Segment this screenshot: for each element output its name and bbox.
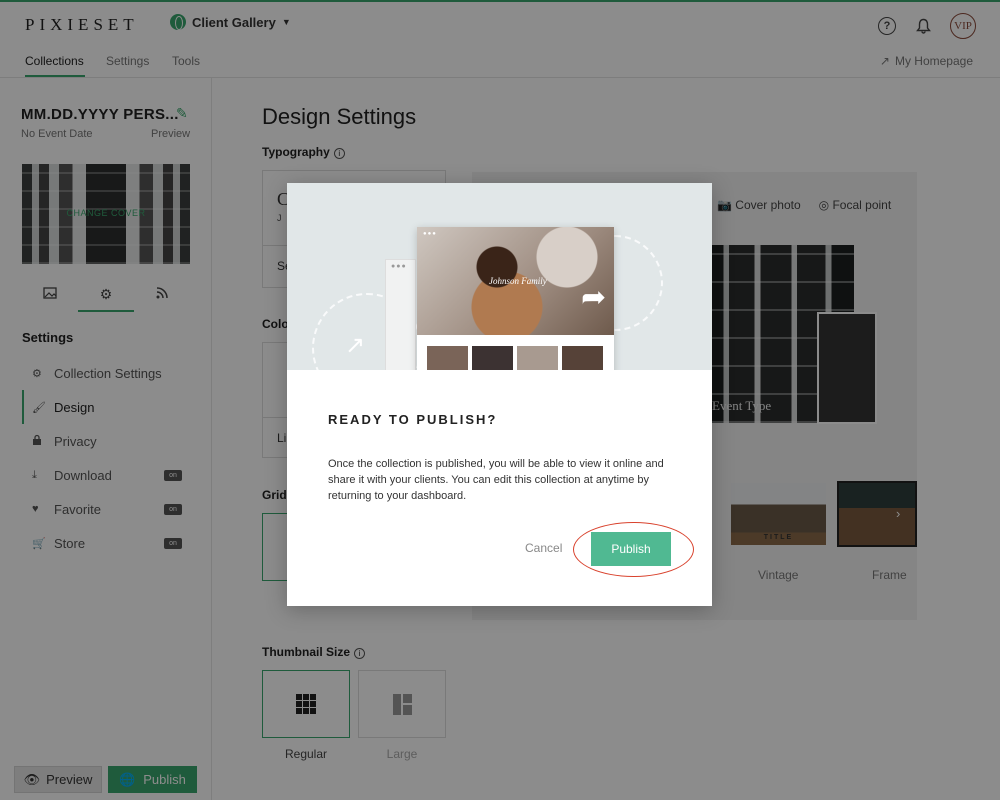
dialog-body: Once the collection is published, you wi… <box>328 458 664 502</box>
publish-illustration: ↗ ●●● ●●● Johnson Family ➦ <box>287 183 712 370</box>
mockup-gallery-name: Johnson Family <box>489 276 547 286</box>
dialog-title: READY TO PUBLISH? <box>328 412 498 427</box>
window-dots-icon: ●●● <box>391 263 407 270</box>
back-device-mockup <box>385 259 416 370</box>
highlight-annotation <box>573 522 694 577</box>
publish-dialog: ↗ ●●● ●●● Johnson Family ➦ READY TO PUBL… <box>287 183 712 606</box>
mockup-thumbnails <box>427 346 603 370</box>
cancel-button[interactable]: Cancel <box>525 541 562 555</box>
share-arrow-icon: ➦ <box>581 281 607 314</box>
arrow-up-right-icon: ↗ <box>345 332 366 359</box>
window-dots-icon: ●●● <box>423 231 437 237</box>
